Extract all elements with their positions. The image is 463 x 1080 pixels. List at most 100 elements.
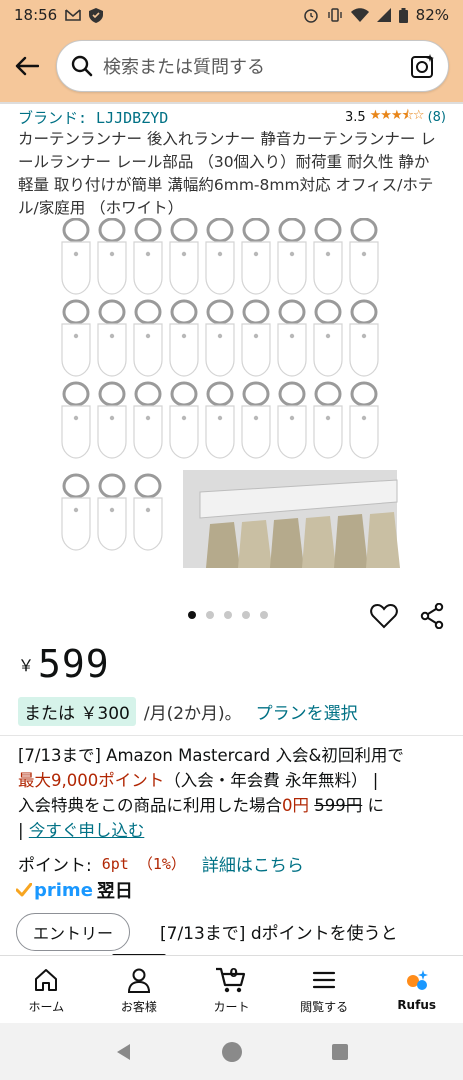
promo-zero-price: 0円 (282, 796, 309, 815)
rating-summary[interactable]: 3.5 ★★★⯪☆ (8) (345, 106, 446, 128)
heart-icon[interactable] (370, 603, 398, 629)
section-divider (0, 735, 463, 736)
search-input[interactable]: 検索または質問する (56, 40, 449, 92)
app-header: 検索または質問する (0, 30, 463, 102)
curtain-runner-icon (61, 299, 91, 377)
curtain-runner-icon (61, 218, 91, 295)
prime-delivery: 翌日 (96, 881, 133, 902)
menu-icon (312, 971, 336, 989)
status-time: 18:56 (14, 6, 58, 24)
promo-strike-price: 599円 (314, 796, 363, 815)
curtain-runner-icon (205, 218, 235, 295)
promo-line-3: 入会特典をこの商品に利用した場合0円 599円 に (18, 793, 446, 818)
prime-label: prime (34, 879, 93, 901)
battery-percent: 82% (415, 6, 449, 24)
price: ￥ 599 (18, 642, 110, 686)
nav-browse-label: 閲覧する (300, 1000, 349, 1014)
curtain-runner-icon (133, 299, 163, 377)
curtain-runner-icon (241, 218, 271, 295)
curtain-runner-icon (169, 381, 199, 459)
curtain-runner-icon (97, 473, 127, 551)
curtain-runner-icon (277, 381, 307, 459)
nav-home[interactable]: ホーム (0, 956, 93, 1023)
apply-now-link[interactable]: 今すぐ申し込む (29, 821, 145, 840)
curtain-runner-icon (169, 218, 199, 295)
nav-cart[interactable]: 0 カート (185, 956, 278, 1023)
product-title: カーテンランナー 後入れランナー 静音カーテンランナー レールランナー レール部… (18, 130, 436, 217)
curtain-runner-icon (133, 218, 163, 295)
curtain-runner-icon (241, 381, 271, 459)
curtain-runner-icon (133, 473, 163, 551)
curtain-runner-icon (349, 299, 379, 377)
curtain-runner-icon (349, 381, 379, 459)
rating-value: 3.5 (344, 109, 366, 125)
product-image[interactable] (60, 218, 400, 578)
nav-cart-label: カート (213, 1000, 250, 1014)
person-icon (127, 968, 150, 993)
prime-check-icon (16, 883, 32, 897)
curtain-runner-icon (241, 299, 271, 377)
nav-rufus-label: Rufus (397, 998, 437, 1012)
prime-delivery-row: prime 翌日 (16, 877, 133, 903)
bottom-nav: ホーム お客様 0 カート 閲覧する Rufus (0, 955, 463, 1023)
curtain-runner-icon (205, 299, 235, 377)
system-back-icon[interactable] (114, 1042, 134, 1062)
gmail-icon (65, 9, 82, 21)
carousel-dot[interactable] (242, 611, 250, 619)
nav-browse[interactable]: 閲覧する (278, 956, 371, 1023)
alarm-icon (303, 9, 318, 23)
promo-line-3-start: 入会特典をこの商品に利用した場合 (18, 796, 282, 815)
promo-line-2: 最大9,000ポイント（入会・年会費 永年無料） | (18, 768, 446, 793)
cart-count-badge: 0 (229, 966, 238, 980)
nav-rufus[interactable]: Rufus (370, 956, 463, 1023)
carousel-dot[interactable] (260, 611, 268, 619)
points-details-link[interactable]: 詳細はこちら (202, 851, 304, 876)
rating-count: (8) (427, 109, 446, 125)
system-home-icon[interactable] (221, 1041, 243, 1063)
signal-icon (376, 8, 391, 22)
status-bar: 18:56 82% (0, 0, 463, 30)
promo-line-2-rest: （入会・年会費 永年無料） | (164, 771, 379, 790)
carousel-dot[interactable] (206, 611, 214, 619)
curtain-runner-icon (133, 381, 163, 459)
nav-account-label: お客様 (120, 1000, 157, 1014)
curtain-runner-icon (313, 299, 343, 377)
dpoint-promo-text: [7/13まで] dポイントを使うと (160, 924, 398, 944)
installment-row: または ￥300 /月(2か月)。 プランを選択 (18, 697, 358, 726)
select-plan-link[interactable]: プランを選択 (256, 699, 358, 724)
curtain-runner-icon (97, 381, 127, 459)
system-navigation-bar (0, 1023, 463, 1080)
price-value: 599 (38, 642, 110, 686)
share-icon[interactable] (420, 603, 444, 629)
curtain-runner-icon (97, 218, 127, 295)
curtain-runner-icon (277, 299, 307, 377)
back-arrow-icon (15, 56, 39, 76)
installment-text: /月(2か月)。 (143, 704, 242, 724)
curtain-runner-icon (313, 381, 343, 459)
system-recents-icon[interactable] (330, 1042, 350, 1062)
camera-lens-icon[interactable] (410, 53, 436, 79)
brand-link[interactable]: ブランド: LJJDBZYD (18, 107, 168, 128)
carousel-dot[interactable] (188, 611, 196, 619)
nav-home-label: ホーム (28, 1000, 65, 1014)
promo-line-3-end: に (362, 796, 384, 815)
price-currency: ￥ (18, 656, 35, 675)
rail-install-photo (183, 470, 400, 568)
promo-highlight: 最大9,000ポイント (18, 771, 165, 790)
back-button[interactable] (14, 53, 40, 79)
curtain-runner-icon (97, 299, 127, 377)
promo-line-1: [7/13まで] Amazon Mastercard 入会&初回利用で (18, 746, 404, 765)
promo-bar: | (18, 821, 24, 840)
curtain-runner-icon (61, 381, 91, 459)
search-placeholder: 検索または質問する (103, 57, 265, 78)
brand-row: ブランド: LJJDBZYD 3.5 ★★★⯪☆ (8) (18, 106, 446, 128)
entry-button[interactable]: エントリー (16, 913, 130, 951)
points-label: ポイント: (18, 856, 92, 876)
curtain-runner-icon (277, 218, 307, 295)
carousel-dot[interactable] (224, 611, 232, 619)
star-rating-icon: ★★★⯪☆ (369, 108, 425, 123)
points-value: 6pt （1%） (101, 855, 186, 873)
nav-account[interactable]: お客様 (93, 956, 186, 1023)
shield-icon (89, 7, 104, 23)
curtain-runner-icon (169, 299, 199, 377)
